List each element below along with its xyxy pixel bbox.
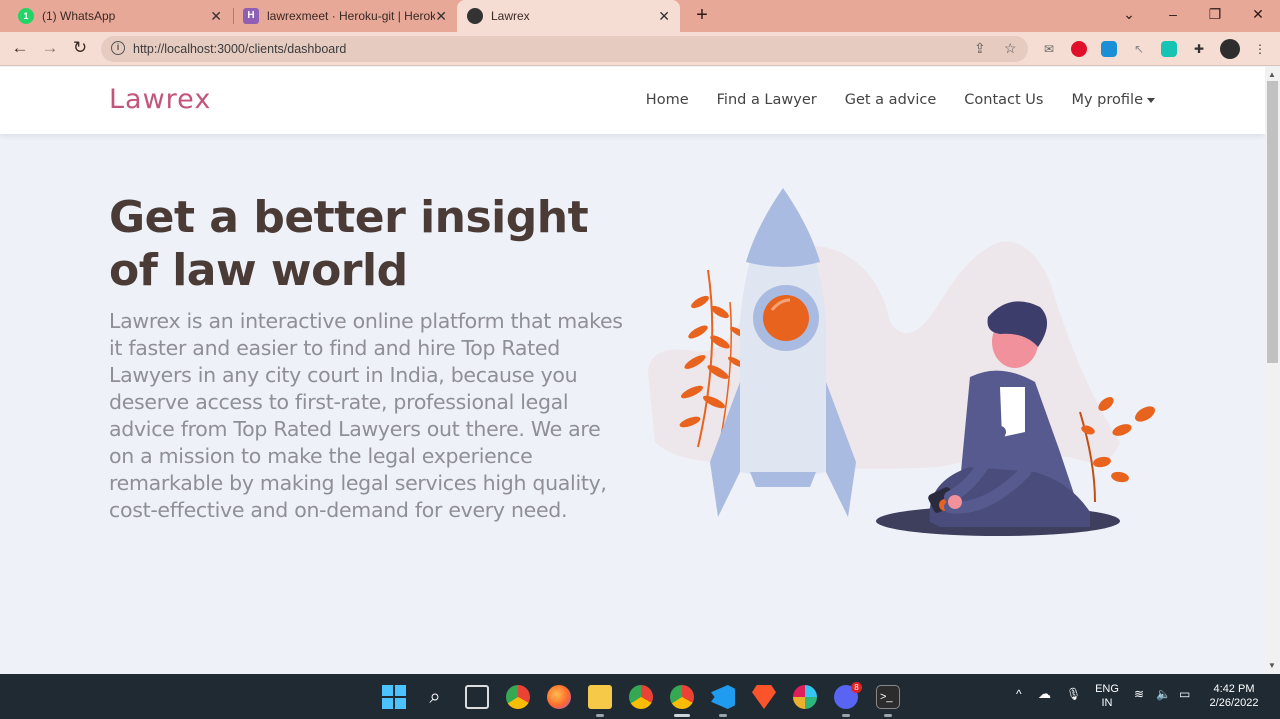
tab-title: lawrexmeet · Heroku-git | Heroku [267,9,435,23]
page-content: Lawrex Home Find a Lawyer Get a advice C… [0,67,1265,674]
extensions-puzzle-icon[interactable]: ✚ [1191,41,1207,57]
back-icon[interactable]: ← [9,38,31,58]
chrome-profile-icon[interactable] [506,685,530,709]
brand-logo[interactable]: Lawrex [109,84,211,115]
tab-title: (1) WhatsApp [42,9,116,23]
close-icon[interactable]: ✕ [435,8,447,25]
hero-illustration [648,188,1155,536]
share-icon[interactable]: ⇪ [974,40,986,57]
heroku-icon: H [243,8,259,24]
menu-kebab-icon[interactable]: ⋮ [1252,41,1268,57]
scroll-up-arrow-icon[interactable]: ▲ [1268,70,1276,79]
new-tab-icon[interactable]: + [690,4,714,27]
running-indicator [674,714,690,717]
nav-home[interactable]: Home [646,92,689,108]
close-icon[interactable]: ✕ [210,8,222,25]
browser-tab-strip: 1 (1) WhatsApp ✕ H lawrexmeet · Heroku-g… [0,0,1280,32]
chrome-active-icon[interactable] [670,685,694,709]
nav-profile-dropdown[interactable]: My profile [1071,92,1155,108]
onedrive-icon[interactable]: ☁ [1038,687,1051,701]
region-code: IN [1101,697,1113,709]
tab-whatsapp[interactable]: 1 (1) WhatsApp ✕ [0,0,232,32]
address-bar[interactable]: i http://localhost:3000/clients/dashboar… [101,36,1028,62]
running-indicator [596,714,604,717]
site-navbar: Lawrex Home Find a Lawyer Get a advice C… [0,67,1265,134]
tab-heroku[interactable]: H lawrexmeet · Heroku-git | Heroku ✕ [235,0,457,32]
mail-extension-icon[interactable]: ✉ [1041,41,1057,57]
task-view-icon[interactable] [465,685,489,709]
tab-divider [233,8,234,24]
cursor-extension-icon[interactable]: ↖ [1131,41,1147,57]
nav-profile-label: My profile [1071,92,1143,108]
scroll-down-arrow-icon[interactable]: ▼ [1268,661,1276,670]
tab-title: Lawrex [491,9,530,23]
windows-start-icon[interactable] [382,685,406,709]
forward-icon[interactable]: → [39,38,61,58]
profile-avatar[interactable] [1220,39,1240,59]
clock[interactable]: 4:42 PM 2/26/2022 [1205,682,1263,710]
page-scrollbar[interactable]: ▲ ▼ [1265,67,1280,674]
discord-badge: 8 [851,682,862,693]
minimize-icon[interactable]: – [1163,6,1183,22]
restore-icon[interactable]: ❐ [1205,6,1225,23]
terminal-icon[interactable]: >_ [876,685,900,709]
whatsapp-icon: 1 [18,8,34,24]
globe-icon [467,8,483,24]
nav-links: Home Find a Lawyer Get a advice Contact … [646,92,1155,108]
hero-title: Get a better insight of law world [109,192,589,296]
running-indicator [884,714,892,717]
language-code: ENG [1095,683,1119,695]
file-explorer-icon[interactable] [588,685,612,709]
teal-extension-icon[interactable] [1161,41,1177,57]
clock-date: 2/26/2022 [1209,697,1259,709]
tray-chevron-icon[interactable]: ^ [1016,687,1022,701]
language-indicator[interactable]: ENG IN [1094,682,1120,710]
windows-taskbar: ⌕ 8 >_ ^ ☁ 🎙 ENG IN ≋ 🔈 ▭ 4:42 PM 2/26/2… [0,674,1280,719]
vscode-icon[interactable] [711,685,735,709]
tab-search-icon[interactable]: ⌄ [1119,6,1139,23]
microphone-icon[interactable]: 🎙 [1066,687,1081,701]
tab-lawrex[interactable]: Lawrex ✕ [457,0,680,32]
brave-icon[interactable] [752,685,776,709]
site-info-icon[interactable]: i [111,41,125,55]
translate-extension-icon[interactable] [1101,41,1117,57]
search-icon[interactable]: ⌕ [423,685,447,709]
bookmark-star-icon[interactable]: ☆ [1004,40,1017,57]
volume-icon[interactable]: 🔈 [1156,687,1171,701]
nav-get-advice[interactable]: Get a advice [845,92,937,108]
scrollbar-thumb[interactable] [1267,81,1278,363]
nav-find-lawyer[interactable]: Find a Lawyer [717,92,817,108]
running-indicator [719,714,727,717]
battery-icon[interactable]: ▭ [1179,687,1190,701]
browser-toolbar: ← → ↻ i http://localhost:3000/clients/da… [0,32,1280,66]
running-indicator [842,714,850,717]
close-icon[interactable]: ✕ [658,8,670,25]
firefox-icon[interactable] [547,685,571,709]
clock-time: 4:42 PM [1213,683,1255,695]
nav-contact[interactable]: Contact Us [964,92,1043,108]
hero-description: Lawrex is an interactive online platform… [109,309,623,522]
slack-icon[interactable] [793,685,817,709]
caret-down-icon [1147,97,1155,103]
url-text[interactable]: http://localhost:3000/clients/dashboard [133,42,346,56]
chrome-icon[interactable] [629,685,653,709]
window-close-icon[interactable]: ✕ [1248,6,1268,23]
wifi-icon[interactable]: ≋ [1134,687,1144,701]
opera-extension-icon[interactable] [1071,41,1087,57]
reload-icon[interactable]: ↻ [69,38,91,58]
